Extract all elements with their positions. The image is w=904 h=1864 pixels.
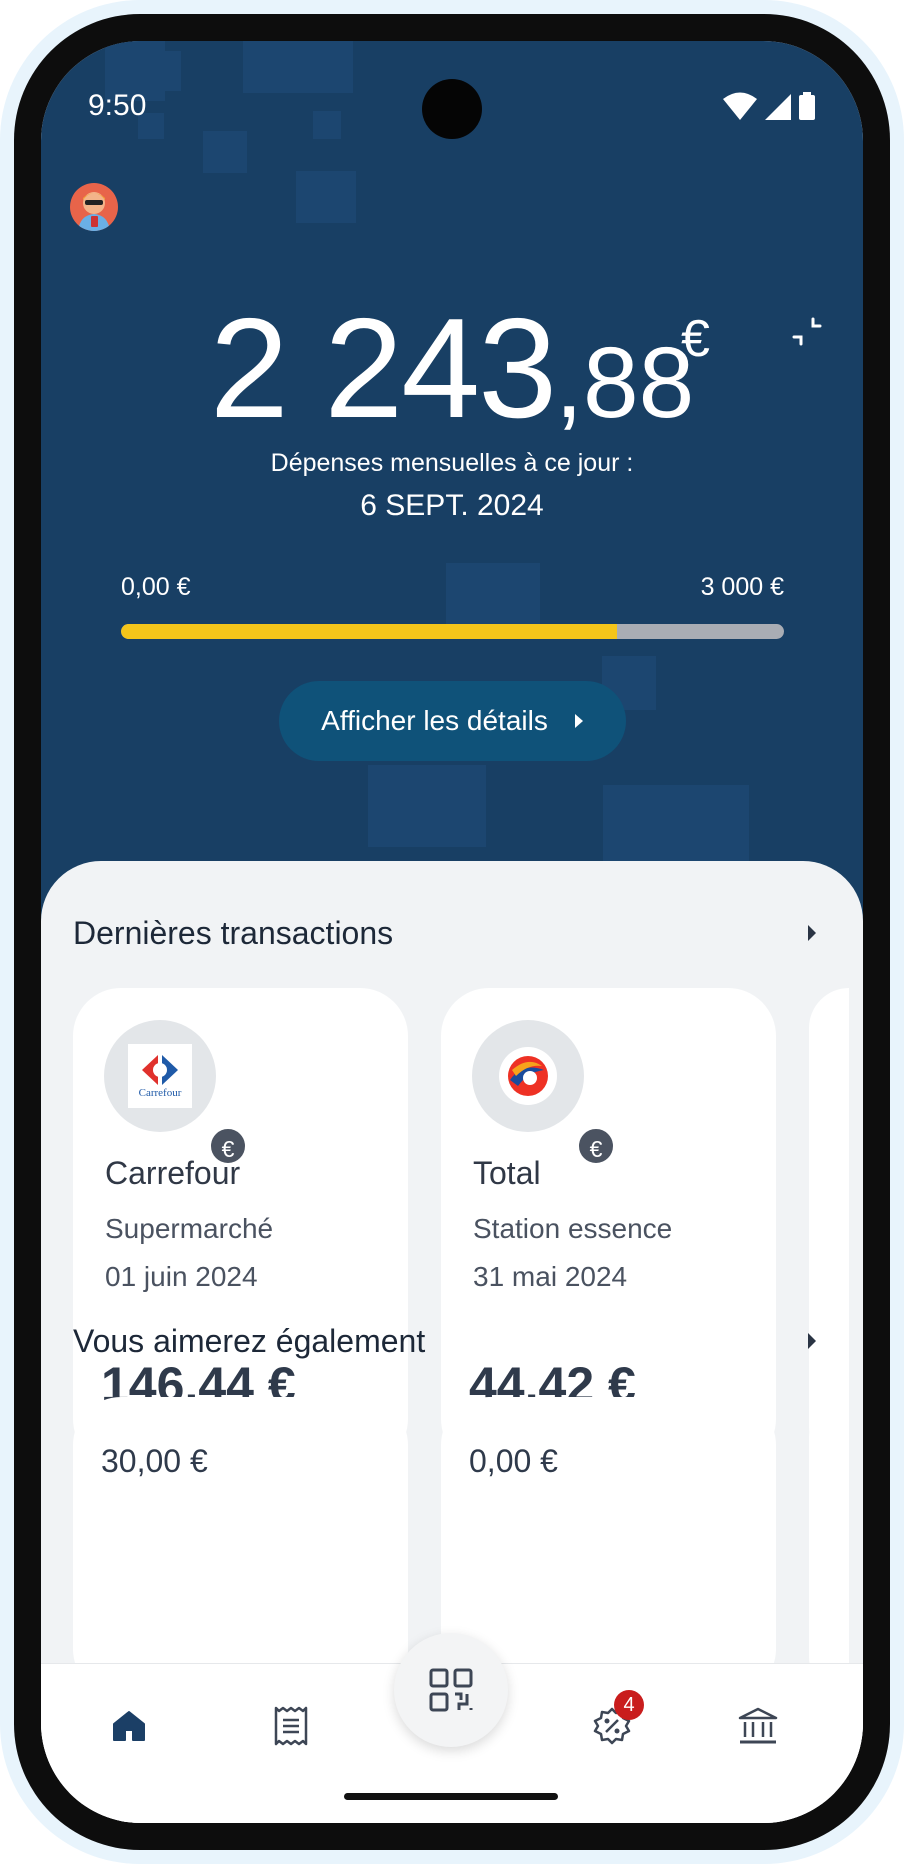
status-time: 9:50 bbox=[88, 89, 147, 122]
battery-icon bbox=[799, 92, 815, 120]
carrefour-logo-icon: Carrefour bbox=[128, 1044, 192, 1108]
merchant-name: Carrefour bbox=[105, 1155, 241, 1191]
monthly-spend-amount: 2 243,88 bbox=[41, 298, 863, 440]
euro-badge: € bbox=[576, 1126, 616, 1166]
nav-home[interactable] bbox=[105, 1702, 153, 1750]
budget-min: 0,00 € bbox=[121, 573, 191, 601]
recommendations-arrow-icon[interactable] bbox=[805, 1333, 819, 1349]
chevron-right-icon bbox=[574, 714, 583, 728]
home-icon bbox=[113, 1711, 145, 1741]
budget-max: 3 000 € bbox=[700, 573, 784, 601]
recommendations-title: Vous aimerez également bbox=[73, 1323, 426, 1359]
merchant-category: Supermarché bbox=[105, 1213, 274, 1244]
nav-bank[interactable] bbox=[734, 1702, 782, 1750]
qr-scan-button[interactable] bbox=[394, 1633, 508, 1747]
home-indicator[interactable] bbox=[344, 1793, 558, 1800]
monthly-spend-label: Dépenses mensuelles à ce jour : bbox=[270, 449, 634, 477]
show-details-label: Afficher les détails bbox=[321, 705, 548, 736]
merchant-logo: € bbox=[472, 1020, 616, 1166]
transaction-card[interactable]: € Total Station essence 31 mai 2024 44,4… bbox=[441, 988, 776, 1467]
merchant-name: Total bbox=[473, 1155, 541, 1191]
signal-icon bbox=[765, 94, 791, 120]
transaction-date: 31 mai 2024 bbox=[473, 1261, 628, 1292]
app-screen: 9:50 2 243,88 € Dépenses mensuelles à ce… bbox=[41, 41, 863, 1823]
transactions-arrow-icon[interactable] bbox=[805, 925, 819, 941]
amount-integer: 2 243 bbox=[209, 289, 557, 448]
recommendation-card-partial[interactable] bbox=[809, 1397, 849, 1697]
transaction-date: 01 juin 2024 bbox=[105, 1261, 258, 1292]
avatar[interactable] bbox=[70, 183, 118, 231]
avatar-image bbox=[70, 183, 118, 231]
spend-date: 6 SEPT. 2024 bbox=[360, 489, 544, 522]
bank-icon bbox=[738, 1707, 778, 1744]
camera-cutout bbox=[422, 79, 482, 139]
recommendation-value: 0,00 € bbox=[469, 1443, 558, 1479]
budget-progress-fill bbox=[121, 624, 617, 639]
merchant-category: Station essence bbox=[473, 1213, 673, 1244]
carrefour-mark-icon bbox=[142, 1055, 178, 1085]
amount-decimals: ,88 bbox=[555, 327, 695, 439]
wifi-icon bbox=[723, 92, 757, 120]
carrefour-logo-text: Carrefour bbox=[138, 1087, 182, 1099]
currency-symbol: € bbox=[681, 310, 710, 368]
merchant-logo: Carrefour € bbox=[104, 1020, 248, 1166]
transaction-card-partial[interactable] bbox=[809, 988, 849, 1467]
status-icons bbox=[723, 92, 815, 120]
budget-progress-bar bbox=[121, 624, 784, 639]
transactions-title: Dernières transactions bbox=[73, 915, 394, 951]
total-mark-icon bbox=[499, 1047, 557, 1105]
total-logo-icon bbox=[496, 1044, 560, 1108]
offers-count-badge: 4 bbox=[614, 1690, 644, 1720]
recommendation-card[interactable]: 30,00 € bbox=[73, 1397, 408, 1697]
qr-code-icon bbox=[429, 1668, 473, 1712]
recommendation-value: 30,00 € bbox=[101, 1443, 208, 1479]
transaction-card[interactable]: Carrefour € Carrefour Supermarché 01 jui… bbox=[73, 988, 408, 1467]
show-details-button[interactable]: Afficher les détails bbox=[279, 681, 626, 761]
nav-receipts[interactable] bbox=[267, 1702, 315, 1750]
receipt-icon bbox=[274, 1706, 308, 1746]
